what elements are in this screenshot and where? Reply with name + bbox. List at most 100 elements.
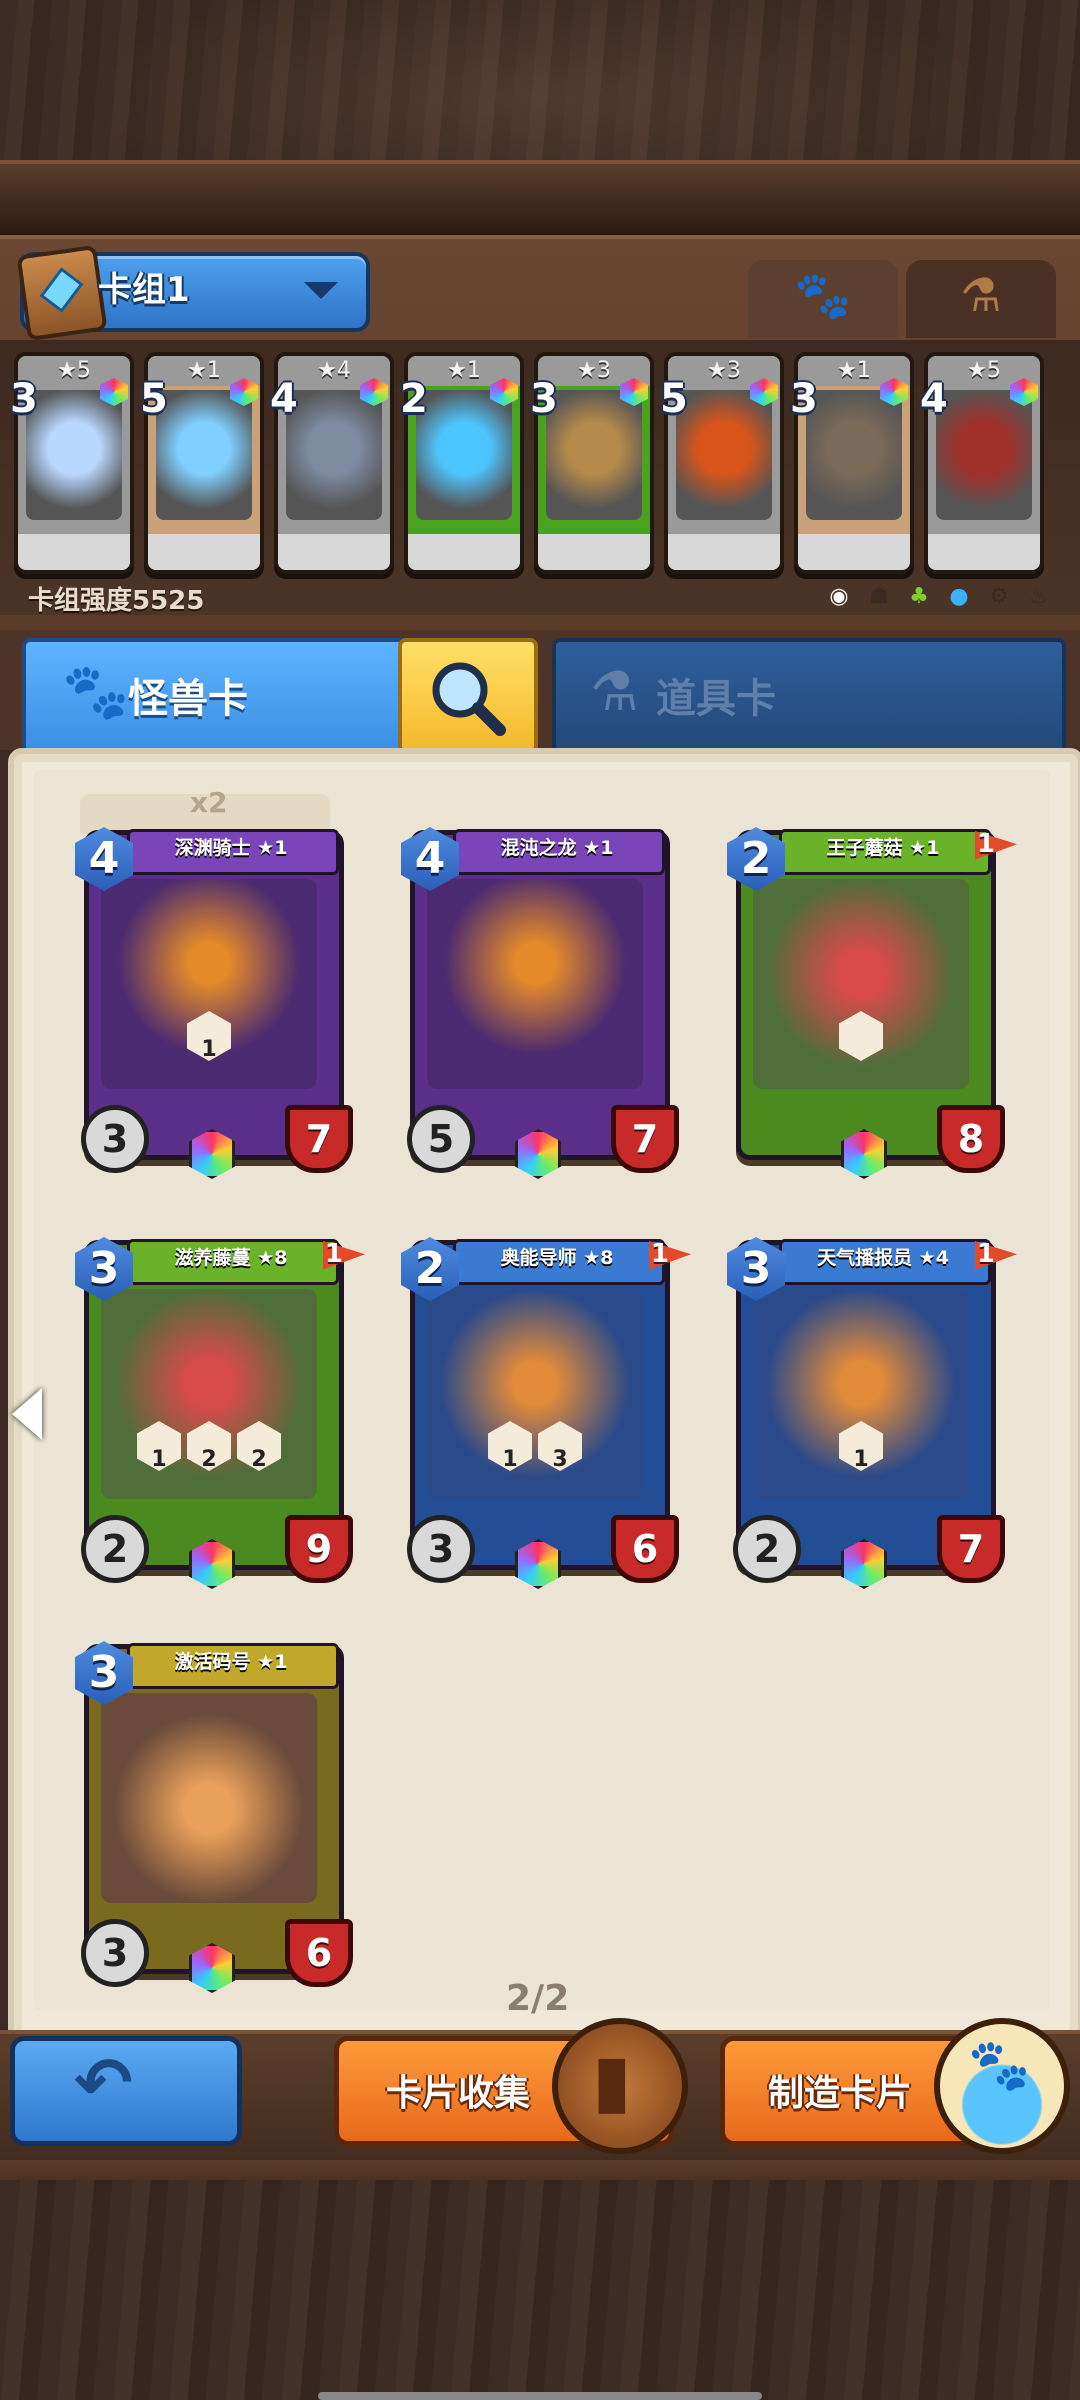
deck-card-mirror[interactable]: ★5 3 <box>10 352 134 574</box>
fire-knight-icon <box>936 390 1032 520</box>
card-name: 奥能导师 ★8 <box>500 1247 614 1269</box>
top-beam <box>0 160 1080 238</box>
card-foot <box>798 534 910 570</box>
deck-card-bomb[interactable]: ★1 3 <box>790 352 914 574</box>
deck-card-ice-rune[interactable]: ★1 2 <box>400 352 524 574</box>
flame-sword-icon <box>676 390 772 520</box>
health-value: 9 <box>285 1515 353 1583</box>
page-indicator: 2/2 <box>506 1978 570 2019</box>
monster-card[interactable]: 滋养藤蔓 ★8 3 2 9 1 1 2 2 <box>75 1237 365 1589</box>
card-foot <box>408 534 520 570</box>
trait-value: 2 <box>251 1447 267 1472</box>
tab-monster-deck[interactable]: 🐾 <box>748 260 898 338</box>
attack-value: 2 <box>81 1515 149 1583</box>
magnifier-icon <box>432 662 506 736</box>
deck-card-ice-crystal[interactable]: ★1 5 <box>140 352 264 574</box>
trait-value: 1 <box>502 1447 518 1472</box>
filter-nature-icon[interactable]: ♣ <box>906 584 932 610</box>
health-value: 6 <box>611 1515 679 1583</box>
card-cost: 3 <box>10 376 38 422</box>
card-name: 激活码号 ★1 <box>174 1651 288 1673</box>
deck-card-flame-sword[interactable]: ★3 5 <box>660 352 784 574</box>
attack-value: 3 <box>407 1515 475 1583</box>
armor-icon <box>546 390 642 520</box>
flag-count: 1 <box>650 1239 669 1269</box>
card-foot <box>928 534 1040 570</box>
card-cost: 2 <box>400 376 428 422</box>
deck-card-battle-axe[interactable]: ★4 4 <box>270 352 394 574</box>
filter-water-icon[interactable]: ● <box>946 584 972 610</box>
potion-icon: ⚗ <box>960 268 1002 322</box>
filter-fire-icon[interactable]: ♨ <box>1026 584 1052 610</box>
card-cost: 3 <box>530 376 558 422</box>
health-value: 8 <box>937 1105 1005 1173</box>
deck-card-fire-knight[interactable]: ★5 4 <box>920 352 1044 574</box>
tab-monster-label: 怪兽卡 <box>128 676 248 722</box>
monster-card[interactable]: 深渊骑士 ★1 4 3 7 1 <box>75 827 353 1179</box>
attack-value: 3 <box>81 1919 149 1987</box>
attack-value: 2 <box>733 1515 801 1583</box>
lower-wood-background <box>0 2180 1080 2400</box>
monster-card[interactable]: 奥能导师 ★8 2 3 6 1 1 3 <box>401 1237 691 1589</box>
trait-value: 2 <box>201 1447 217 1472</box>
craft-card-label: 制造卡片 <box>768 2073 913 2114</box>
card-cost: 4 <box>270 376 298 422</box>
ice-rune-icon <box>416 390 512 520</box>
flask-icon: ⚗ <box>590 660 639 723</box>
attack-value: 5 <box>407 1105 475 1173</box>
flag-count: 1 <box>976 1239 995 1269</box>
card-cost: 4 <box>920 376 948 422</box>
paw-icon: 🐾 <box>794 268 852 322</box>
trait-value: 1 <box>201 1037 217 1062</box>
monster-card[interactable]: 激活码号 ★1 3 3 6 <box>75 1641 353 1993</box>
battle-axe-icon <box>286 390 382 520</box>
mirror-icon <box>26 390 122 520</box>
paw-icon: 🐾 <box>62 660 130 723</box>
card-cost: 5 <box>660 376 688 422</box>
card-name: 深渊骑士 ★1 <box>174 837 288 859</box>
card-art <box>427 1289 643 1499</box>
card-art <box>427 879 643 1089</box>
card-collection-label: 卡片收集 <box>386 2073 531 2114</box>
card-cost: 5 <box>140 376 168 422</box>
deck-name: 卡组1 <box>98 270 190 310</box>
health-value: 7 <box>285 1105 353 1173</box>
home-indicator[interactable] <box>318 2392 762 2400</box>
tab-item-label: 道具卡 <box>656 676 776 722</box>
card-name: 天气播报员 ★4 <box>817 1247 949 1269</box>
flag-count: 1 <box>324 1239 343 1269</box>
card-foot <box>278 534 390 570</box>
paw-jar-icon[interactable] <box>934 2018 1070 2154</box>
filter-dark-icon[interactable]: ☗ <box>866 584 892 610</box>
attack-value: 3 <box>81 1105 149 1173</box>
previous-page-arrow-icon[interactable] <box>12 1388 42 1440</box>
deck-power-label: 卡组强度5525 <box>28 586 205 616</box>
ice-crystal-icon <box>156 390 252 520</box>
trait-value: 1 <box>151 1447 167 1472</box>
trait-value: 3 <box>552 1447 568 1472</box>
card-name: 王子蘑菇 ★1 <box>826 837 940 859</box>
bomb-icon <box>806 390 902 520</box>
card-name: 滋养藤蔓 ★8 <box>174 1247 288 1269</box>
monster-card[interactable]: 王子蘑菇 ★1 2 8 1 <box>727 827 1017 1179</box>
search-button[interactable] <box>398 638 538 754</box>
card-foot <box>18 534 130 570</box>
card-foot <box>668 534 780 570</box>
card-art <box>101 1693 317 1903</box>
deck-card-armor[interactable]: ★3 3 <box>530 352 654 574</box>
card-book-icon[interactable] <box>552 2018 688 2154</box>
health-value: 7 <box>937 1515 1005 1583</box>
card-foot <box>538 534 650 570</box>
filter-all-icon[interactable]: ◉ <box>826 584 852 610</box>
health-value: 7 <box>611 1105 679 1173</box>
back-arrow-icon: ↶ <box>74 2042 133 2124</box>
monster-card[interactable]: 天气播报员 ★4 3 2 7 1 1 <box>727 1237 1017 1589</box>
card-name: 混沌之龙 ★1 <box>500 837 614 859</box>
chevron-down-icon[interactable] <box>304 282 338 299</box>
deck-book-icon <box>16 244 108 342</box>
filter-tech-icon[interactable]: ⚙ <box>986 584 1012 610</box>
monster-card[interactable]: 混沌之龙 ★1 4 5 7 <box>401 827 679 1179</box>
duplicate-count: x2 <box>190 786 228 819</box>
flag-count: 1 <box>976 829 995 859</box>
tab-item-deck[interactable]: ⚗ <box>906 260 1056 338</box>
